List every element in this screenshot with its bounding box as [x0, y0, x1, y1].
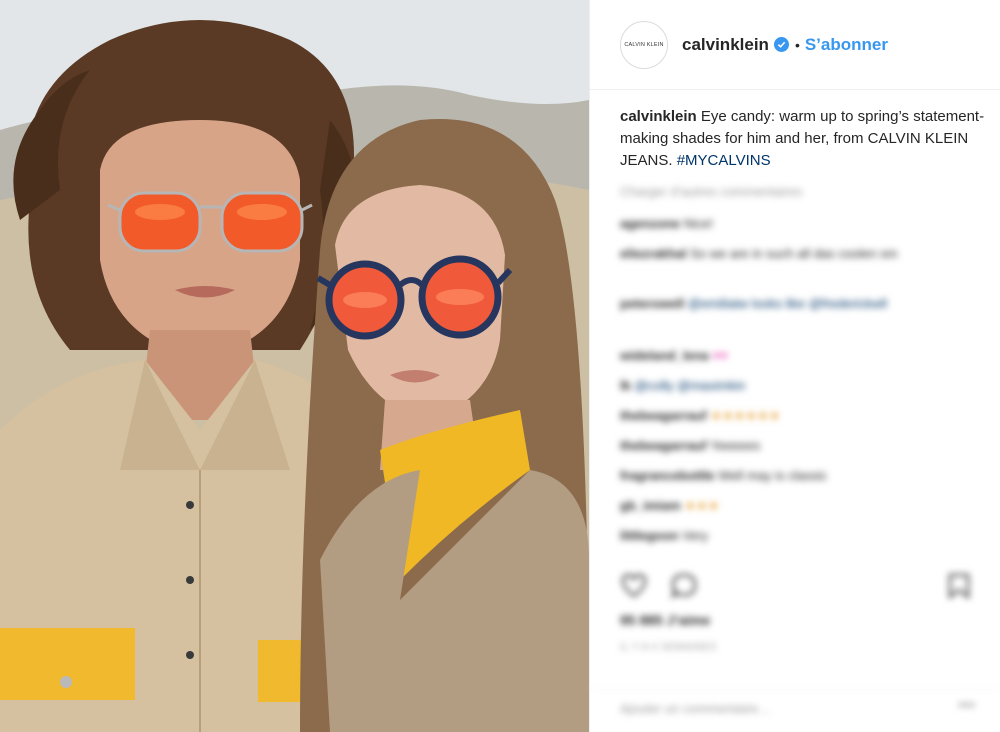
comment-item: wideland_lena ♥♥ [620, 348, 728, 363]
couple-sunglasses-image [0, 0, 589, 732]
comment-username[interactable]: lk [620, 378, 631, 393]
comment-mention[interactable]: @emiliatw looks like @frederickwll [688, 296, 887, 311]
comment-username[interactable]: eliezrakhal [620, 246, 687, 261]
comment-username[interactable]: gb_imiam [620, 498, 681, 513]
bookmark-icon[interactable] [945, 572, 973, 600]
comment-text: So we are in such all das coolen sm [690, 246, 898, 261]
caption-username[interactable]: calvinklein [620, 108, 697, 125]
comment-item: littlegoon Very [620, 528, 708, 543]
post-actions: 95 885 J’aime IL Y A 4 SEMAINES [590, 562, 1000, 692]
comment-item: thebeagarrauf Yeeeees [620, 438, 760, 453]
caption-hashtag[interactable]: #MYCALVINS [677, 152, 771, 169]
comment-input[interactable]: Ajouter un commentaire… [620, 701, 771, 716]
comment-username[interactable]: fragrancebottle [620, 468, 715, 483]
star-emoji-icon: ★★★★★★ [710, 408, 781, 423]
comment-username[interactable]: littlegoon [620, 528, 679, 543]
post-header: CALVIN KLEIN calvinklein • S’abonner [590, 0, 1000, 90]
post-date: IL Y A 4 SEMAINES [620, 642, 717, 653]
post-caption: calvinklein Eye candy: warm up to spring… [620, 106, 988, 172]
heart-emoji-icon: ♥♥ [712, 348, 728, 363]
post-photo [0, 0, 589, 732]
comment-item: lk @colly @maximkin [620, 378, 745, 393]
header-username[interactable]: calvinklein [682, 35, 769, 55]
comment-item: thebeagarrauf ★★★★★★ [620, 408, 780, 424]
comment-mention[interactable]: @colly @maximkin [634, 378, 745, 393]
like-count[interactable]: 95 885 J’aime [620, 612, 710, 628]
comment-text: Well may is classic [718, 468, 828, 483]
comment-text: Yeeeees [710, 438, 761, 453]
verified-badge-icon [773, 37, 789, 52]
comment-item: gb_imiam ★★★ [620, 498, 719, 514]
comment-username[interactable]: wideland_lena [620, 348, 709, 363]
load-more-comments-button[interactable]: Charger d’autres commentaires [620, 184, 802, 199]
comment-username[interactable]: thebeagarrauf [620, 438, 707, 453]
comment-username[interactable]: agenzone [620, 216, 680, 231]
avatar[interactable]: CALVIN KLEIN [620, 20, 668, 69]
follow-button[interactable]: S’abonner [805, 35, 888, 55]
star-emoji-icon: ★★★ [684, 498, 720, 513]
avatar-text: CALVIN KLEIN [624, 41, 664, 48]
comment-item: eliezrakhal So we are in such all das co… [620, 246, 898, 261]
comment-item: peterowell @emiliatw looks like @frederi… [620, 296, 887, 311]
comment-text: Very [682, 528, 709, 543]
comment-item: agenzone Nice! [620, 216, 713, 231]
comment-username[interactable]: thebeagarrauf [620, 408, 707, 423]
comment-text: Nice! [683, 216, 714, 231]
heart-icon[interactable] [620, 572, 648, 600]
comment-list: Charger d’autres commentaires agenzone N… [610, 180, 990, 560]
add-comment-bar: Ajouter un commentaire… ••• [590, 688, 1000, 732]
comment-item: fragrancebottle Well may is classic [620, 468, 827, 483]
comment-icon[interactable] [670, 572, 698, 600]
post-sidebar: CALVIN KLEIN calvinklein • S’abonner cal… [589, 0, 1000, 732]
separator-dot: • [794, 36, 800, 53]
more-options-icon[interactable]: ••• [958, 697, 975, 715]
comment-username[interactable]: peterowell [620, 296, 684, 311]
